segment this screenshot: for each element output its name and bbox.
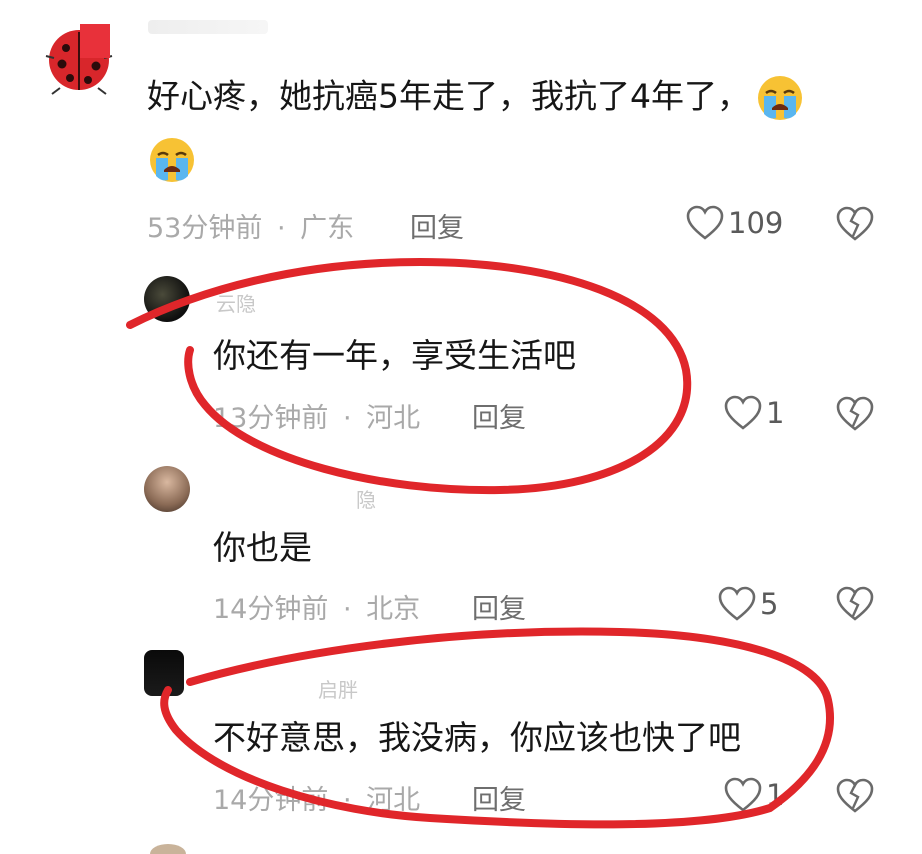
- timestamp: 53分钟前: [147, 213, 263, 244]
- like-count: 1: [766, 396, 785, 430]
- meta-separator: ·: [342, 785, 352, 816]
- comment-text: 好心疼，她抗癌5年走了，我抗了4年了，: [147, 74, 804, 122]
- timestamp: 14分钟前: [213, 785, 329, 816]
- reply-button[interactable]: 回复: [410, 206, 464, 245]
- reply-text: 不好意思，我没病，你应该也快了吧: [213, 718, 741, 757]
- username: 云隐: [216, 292, 256, 316]
- timestamp: 14分钟前: [213, 594, 329, 625]
- location: 北京: [366, 594, 421, 625]
- dislike-button[interactable]: [836, 396, 874, 432]
- meta-separator: ·: [342, 403, 352, 434]
- dislike-button[interactable]: [836, 778, 874, 814]
- avatar[interactable]: [144, 650, 184, 696]
- comment-text-line: 好心疼，她抗癌5年走了，我抗了4年了，: [147, 76, 750, 116]
- reply-text: 你也是: [213, 528, 312, 567]
- heart-outline-icon: [718, 586, 756, 621]
- reply-button[interactable]: 回复: [472, 587, 526, 626]
- username: 启胖: [318, 678, 358, 702]
- dislike-button[interactable]: [836, 586, 874, 622]
- location: 河北: [366, 785, 421, 816]
- timestamp: 13分钟前: [213, 403, 329, 434]
- heart-outline-icon: [724, 777, 762, 812]
- username: 隐: [356, 488, 376, 512]
- comment-meta: 14分钟前 · 北京: [213, 587, 420, 626]
- avatar[interactable]: [144, 276, 190, 322]
- like-count: 1: [766, 778, 785, 812]
- comment-meta: 13分钟前 · 河北: [213, 396, 420, 435]
- reply-button[interactable]: 回复: [472, 396, 526, 435]
- loudly-crying-face-icon: [756, 74, 804, 122]
- reply-button[interactable]: 回复: [472, 778, 526, 817]
- location: 广东: [300, 213, 355, 244]
- like-count: 109: [728, 206, 784, 240]
- heart-outline-icon: [724, 395, 762, 430]
- avatar[interactable]: [150, 844, 186, 854]
- reply-text: 你还有一年，享受生活吧: [213, 336, 576, 375]
- comment-meta: 14分钟前 · 河北: [213, 778, 420, 817]
- meta-separator: ·: [342, 594, 352, 625]
- broken-heart-icon: [836, 396, 874, 431]
- dislike-button[interactable]: [836, 206, 874, 242]
- like-button[interactable]: 1: [724, 395, 784, 431]
- broken-heart-icon: [836, 206, 874, 241]
- like-button[interactable]: 109: [686, 205, 783, 241]
- comment-meta: 53分钟前 · 广东: [147, 206, 354, 245]
- like-button[interactable]: 1: [724, 777, 784, 813]
- broken-heart-icon: [836, 586, 874, 621]
- ladybug-icon: [45, 24, 113, 95]
- annotation-ellipse-1: [126, 257, 692, 495]
- ladybug-avatar[interactable]: [40, 18, 118, 96]
- heart-outline-icon: [686, 205, 724, 240]
- avatar[interactable]: [144, 466, 190, 512]
- meta-separator: ·: [276, 213, 286, 244]
- location: 河北: [366, 403, 421, 434]
- username-blurred: [148, 20, 268, 34]
- broken-heart-icon: [836, 778, 874, 813]
- loudly-crying-face-icon: [148, 136, 196, 184]
- like-button[interactable]: 5: [718, 586, 778, 622]
- like-count: 5: [760, 587, 779, 621]
